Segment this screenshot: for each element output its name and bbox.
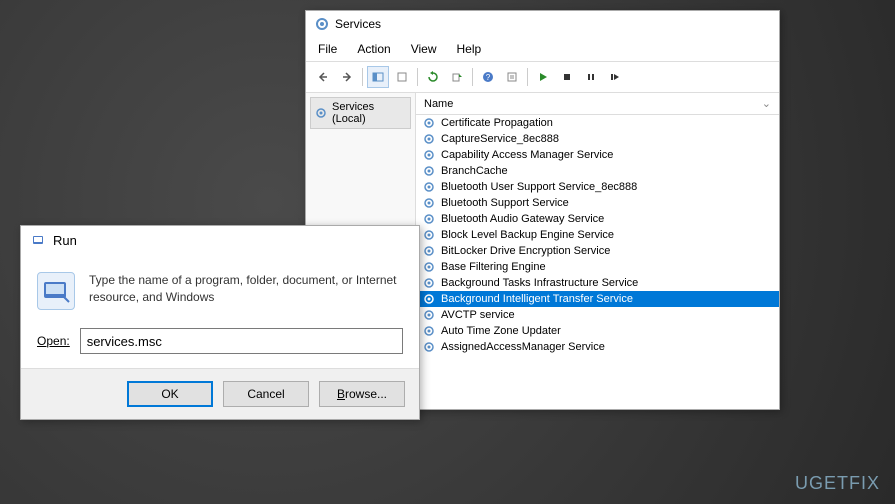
properties2-icon[interactable] — [501, 66, 523, 88]
menu-bar: File Action View Help — [306, 37, 779, 62]
service-list[interactable]: Name ⌄ Certificate Propagation CaptureSer… — [416, 93, 779, 409]
sort-indicator-icon: ⌄ — [762, 97, 771, 110]
gear-icon — [422, 276, 436, 290]
list-item[interactable]: AVCTP service — [416, 307, 779, 323]
list-item[interactable]: Background Tasks Infrastructure Service — [416, 275, 779, 291]
gear-icon — [314, 16, 330, 32]
service-name: Block Level Backup Engine Service — [441, 229, 614, 241]
forward-icon[interactable] — [336, 66, 358, 88]
gear-icon — [422, 244, 436, 258]
pause-icon[interactable] — [580, 66, 602, 88]
gear-icon — [422, 148, 436, 162]
gear-icon — [422, 116, 436, 130]
gear-icon — [422, 164, 436, 178]
list-item[interactable]: Background Intelligent Transfer Service — [416, 291, 779, 307]
list-item[interactable]: Capability Access Manager Service — [416, 147, 779, 163]
service-name: Background Intelligent Transfer Service — [441, 293, 633, 305]
service-name: Certificate Propagation — [441, 117, 553, 129]
menu-view[interactable]: View — [403, 39, 445, 59]
service-name: Background Tasks Infrastructure Service — [441, 277, 638, 289]
open-input[interactable] — [80, 328, 403, 354]
gear-icon — [422, 324, 436, 338]
column-header[interactable]: Name ⌄ — [416, 93, 779, 115]
service-name: AVCTP service — [441, 309, 515, 321]
run-title-bar: Run — [21, 226, 419, 254]
refresh-icon[interactable] — [422, 66, 444, 88]
gear-icon — [422, 196, 436, 210]
service-name: Bluetooth Support Service — [441, 197, 569, 209]
gear-icon — [422, 292, 436, 306]
gear-icon — [422, 180, 436, 194]
properties-icon[interactable] — [391, 66, 413, 88]
service-name: Capability Access Manager Service — [441, 149, 613, 161]
button-row: OK Cancel Browse... — [21, 368, 419, 419]
run-icon — [31, 232, 47, 248]
show-hide-icon[interactable] — [367, 66, 389, 88]
service-name: AssignedAccessManager Service — [441, 341, 605, 353]
tree-label: Services (Local) — [332, 101, 407, 125]
run-title: Run — [53, 233, 77, 248]
tree-services-local[interactable]: Services (Local) — [310, 97, 411, 129]
list-item[interactable]: Auto Time Zone Updater — [416, 323, 779, 339]
services-title: Services — [335, 17, 381, 31]
gear-icon — [314, 106, 328, 120]
open-label: Open: — [37, 334, 70, 348]
svg-text:?: ? — [486, 73, 491, 82]
gear-icon — [422, 132, 436, 146]
list-item[interactable]: BranchCache — [416, 163, 779, 179]
service-name: Base Filtering Engine — [441, 261, 546, 273]
ok-button[interactable]: OK — [127, 381, 213, 407]
list-item[interactable]: Bluetooth Support Service — [416, 195, 779, 211]
gear-icon — [422, 340, 436, 354]
toolbar: ? — [306, 62, 779, 93]
list-item[interactable]: BitLocker Drive Encryption Service — [416, 243, 779, 259]
menu-action[interactable]: Action — [349, 39, 398, 59]
stop-icon[interactable] — [556, 66, 578, 88]
service-name: BitLocker Drive Encryption Service — [441, 245, 610, 257]
list-item[interactable]: Block Level Backup Engine Service — [416, 227, 779, 243]
list-item[interactable]: Base Filtering Engine — [416, 259, 779, 275]
menu-file[interactable]: File — [310, 39, 345, 59]
run-description: Type the name of a program, folder, docu… — [89, 272, 403, 310]
run-dialog: Run Type the name of a program, folder, … — [20, 225, 420, 420]
play-icon[interactable] — [532, 66, 554, 88]
gear-icon — [422, 260, 436, 274]
export-icon[interactable] — [446, 66, 468, 88]
service-name: Bluetooth User Support Service_8ec888 — [441, 181, 637, 193]
service-name: Bluetooth Audio Gateway Service — [441, 213, 604, 225]
list-item[interactable]: Bluetooth User Support Service_8ec888 — [416, 179, 779, 195]
service-name: Auto Time Zone Updater — [441, 325, 561, 337]
list-item[interactable]: Bluetooth Audio Gateway Service — [416, 211, 779, 227]
service-name: BranchCache — [441, 165, 508, 177]
cancel-button[interactable]: Cancel — [223, 381, 309, 407]
gear-icon — [422, 212, 436, 226]
back-icon[interactable] — [312, 66, 334, 88]
gear-icon — [422, 228, 436, 242]
menu-help[interactable]: Help — [449, 39, 490, 59]
browse-button[interactable]: Browse... — [319, 381, 405, 407]
gear-icon — [422, 308, 436, 322]
list-item[interactable]: AssignedAccessManager Service — [416, 339, 779, 355]
help-icon[interactable]: ? — [477, 66, 499, 88]
list-item[interactable]: CaptureService_8ec888 — [416, 131, 779, 147]
list-item[interactable]: Certificate Propagation — [416, 115, 779, 131]
restart-icon[interactable] — [604, 66, 626, 88]
service-name: CaptureService_8ec888 — [441, 133, 559, 145]
services-title-bar: Services — [306, 11, 779, 37]
run-program-icon — [37, 272, 75, 310]
watermark: UGETFIX — [795, 473, 880, 494]
